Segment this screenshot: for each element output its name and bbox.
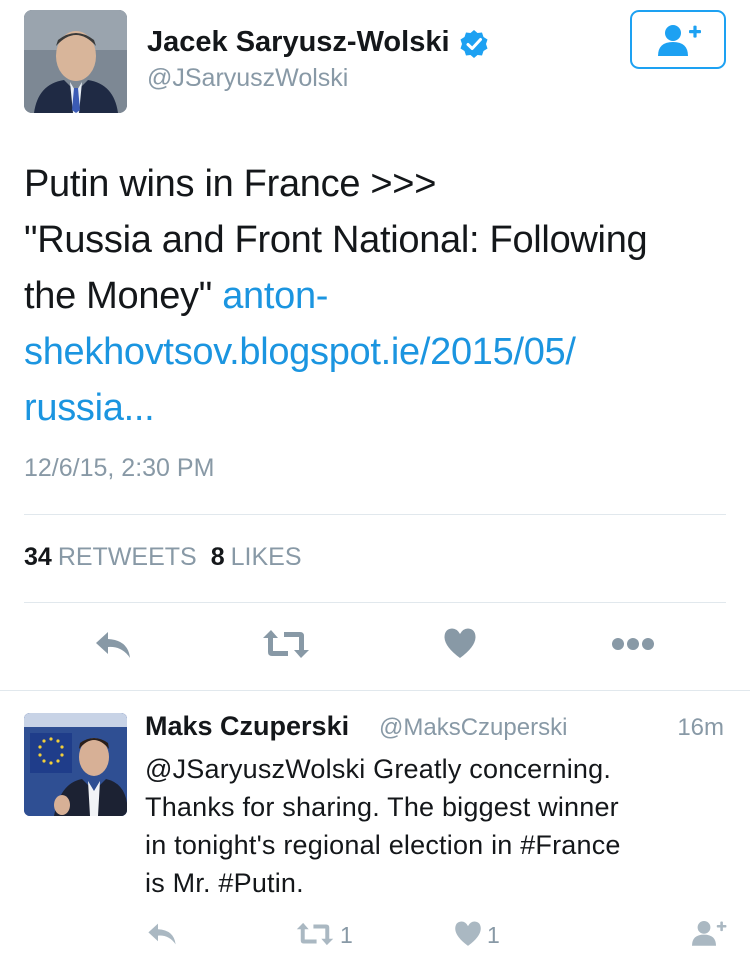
likes-count: 8 — [210, 543, 225, 571]
verified-badge-icon — [460, 30, 488, 58]
more-dots-icon[interactable] — [611, 637, 655, 651]
reply-retweet-count: 1 — [340, 922, 353, 948]
tweet-link-line[interactable]: shekhovtsov.blogspot.ie/2015/05/ — [24, 324, 724, 380]
reply-author-avatar[interactable] — [24, 713, 127, 816]
author-handle[interactable]: @JSaryuszWolski — [147, 64, 348, 93]
tweet-text-line: "Russia and Front National: Following — [24, 219, 648, 261]
reply-text-line: in tonight's regional election in #Franc… — [145, 830, 621, 860]
reply-text: @JSaryuszWolski Greatly concerning. Than… — [145, 750, 735, 902]
likes-stat[interactable]: 8 LIKES — [211, 543, 302, 571]
tweet-link-line[interactable]: russia... — [24, 380, 724, 436]
divider — [24, 514, 726, 515]
retweets-count: 34 — [24, 543, 52, 571]
reply-timestamp: 16m — [677, 714, 724, 741]
reply-text-line: is Mr. #Putin. — [145, 868, 304, 898]
follow-person-plus-icon — [658, 24, 701, 56]
tweet-timestamp: 12/6/15, 2:30 PM — [24, 454, 215, 482]
reply-author-name[interactable]: Maks Czuperski — [145, 711, 349, 742]
section-divider — [0, 690, 750, 691]
reply-reply-icon[interactable] — [146, 922, 178, 946]
tweet-link[interactable]: anton- — [222, 275, 328, 317]
reply-text-line: @JSaryuszWolski Greatly concerning. — [145, 754, 612, 784]
reply-like-count: 1 — [487, 922, 500, 948]
tweet-text: Putin wins in France >>> "Russia and Fro… — [24, 156, 724, 436]
tweet-text-line: Putin wins in France >>> — [24, 163, 437, 205]
retweets-label: RETWEETS — [57, 543, 197, 571]
retweet-icon[interactable] — [262, 628, 310, 660]
reply-text-line: Thanks for sharing. The biggest winner — [145, 792, 619, 822]
author-avatar[interactable] — [24, 10, 127, 113]
retweets-stat[interactable]: 34 RETWEETS — [24, 543, 197, 571]
like-heart-icon[interactable] — [443, 627, 477, 659]
tweet-stats: 34 RETWEETS 8 LIKES — [24, 543, 302, 572]
reply-like-icon[interactable] — [454, 920, 482, 947]
reply-icon[interactable] — [94, 630, 132, 660]
tweet-link[interactable]: russia... — [24, 387, 155, 429]
author-name[interactable]: Jacek Saryusz-Wolski — [147, 26, 450, 59]
reply-author-handle[interactable]: @MaksCzuperski — [379, 714, 567, 742]
tweet-text-line: the Money" anton- — [24, 268, 724, 324]
reply-follow-icon[interactable] — [688, 918, 728, 948]
tweet-text-fragment: the Money" — [24, 275, 223, 317]
likes-label: LIKES — [230, 543, 302, 571]
reply-retweet-icon[interactable] — [296, 921, 334, 947]
divider — [24, 602, 726, 603]
follow-button[interactable] — [630, 10, 726, 69]
tweet-link[interactable]: shekhovtsov.blogspot.ie/2015/05/ — [24, 331, 576, 373]
